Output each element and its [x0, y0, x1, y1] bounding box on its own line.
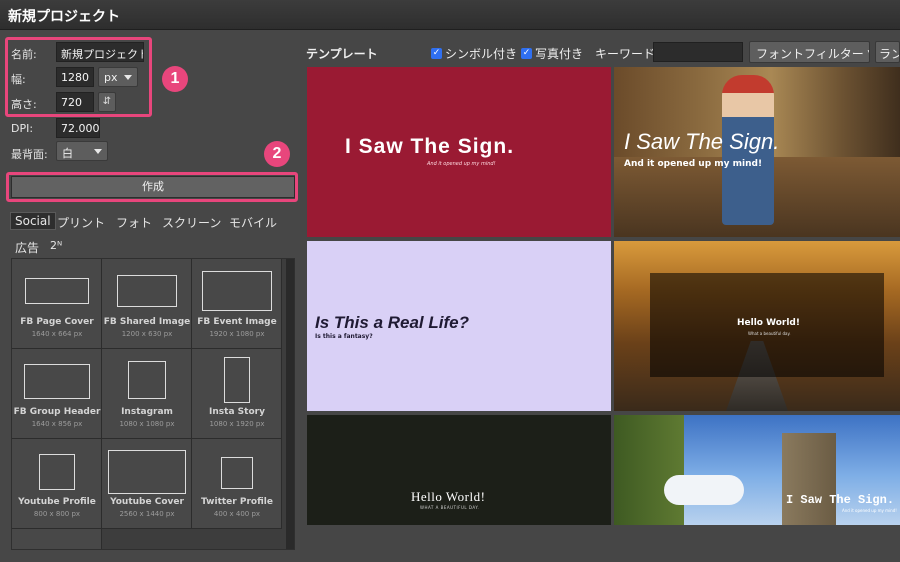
preset-name: FB Page Cover: [20, 317, 94, 327]
symbols-checkbox[interactable]: ✓: [431, 48, 442, 59]
preset-name: Insta Story: [209, 407, 265, 417]
preset-name: FB Group Header: [13, 407, 101, 417]
window-title: 新規プロジェクト: [8, 9, 120, 25]
preset-size: 800 x 800 px: [33, 510, 81, 518]
preset-youtube-profile[interactable]: Youtube Profile 800 x 800 px: [12, 439, 102, 529]
aspect-preview: [108, 450, 186, 494]
preset-name: FB Event Image: [197, 317, 277, 327]
aspect-preview: [202, 271, 272, 311]
preset-fb-page-cover[interactable]: FB Page Cover 1640 x 664 px: [12, 259, 102, 349]
preset-instagram[interactable]: Instagram 1080 x 1080 px: [102, 349, 192, 439]
aspect-preview: [224, 357, 250, 403]
preset-size: 1080 x 1920 px: [209, 420, 265, 428]
preset-insta-story[interactable]: Insta Story 1080 x 1920 px: [192, 349, 282, 439]
keyword-input[interactable]: [653, 42, 743, 62]
preset-fb-event-image[interactable]: FB Event Image 1920 x 1080 px: [192, 259, 282, 349]
background-label: 最背面:: [11, 148, 48, 161]
template-subtitle: What a beautiful day.: [748, 331, 791, 336]
symbols-label: シンボル付き: [445, 47, 518, 61]
preset-youtube-cover[interactable]: Youtube Cover 2560 x 1440 px: [102, 439, 192, 529]
preset-fb-shared-image[interactable]: FB Shared Image 1200 x 630 px: [102, 259, 192, 349]
template-subtitle: And it opened up my mind!: [427, 161, 496, 167]
create-button[interactable]: 作成: [11, 176, 295, 198]
preset-name: FB Shared Image: [103, 317, 191, 327]
tab-social[interactable]: Social: [10, 212, 56, 230]
dpi-input[interactable]: 72.000: [56, 118, 100, 138]
annotation-badge-2: 2: [264, 141, 290, 167]
photo-cloud: [664, 475, 744, 505]
preset-twitter-profile[interactable]: Twitter Profile 400 x 400 px: [192, 439, 282, 529]
template-title: I Saw The Sign.: [624, 129, 780, 154]
dpi-label: DPI:: [11, 122, 34, 135]
template-tile[interactable]: Is This a Real Life? Is this a fantasy?: [307, 241, 611, 411]
preset-size: 1200 x 630 px: [121, 330, 173, 338]
aspect-preview: [24, 364, 90, 399]
template-tile[interactable]: Hello World! What a beautiful day.: [614, 241, 900, 411]
template-tile[interactable]: Hello World! WHAT A BEAUTIFUL DAY.: [307, 415, 611, 525]
preset-size: 1080 x 1080 px: [119, 420, 175, 428]
template-title: Hello World!: [411, 489, 486, 504]
photos-checkbox[interactable]: ✓: [521, 48, 532, 59]
photos-label: 写真付き: [535, 47, 584, 61]
template-title: I Saw The Sign.: [786, 493, 895, 507]
template-subtitle: WHAT A BEAUTIFUL DAY.: [420, 505, 480, 510]
preset-name: Instagram: [121, 407, 173, 417]
photo-tree: [614, 415, 684, 525]
tab-ads[interactable]: 広告: [15, 239, 39, 256]
preset-size: 2560 x 1440 px: [119, 510, 175, 518]
tab-photo[interactable]: フォト: [116, 214, 152, 231]
template-tile[interactable]: I Saw The Sign. And it opened up my mind…: [614, 415, 900, 525]
preset-more[interactable]: [12, 529, 102, 549]
preset-fb-group-header[interactable]: FB Group Header 1640 x 856 px: [12, 349, 102, 439]
photo-tower: [782, 433, 836, 525]
keyword-label: キーワード:: [595, 47, 660, 61]
title-bar: 新規プロジェクト: [0, 0, 900, 30]
random-button[interactable]: ラン: [875, 41, 900, 63]
preset-size: 400 x 400 px: [213, 510, 261, 518]
tab-power-of-two[interactable]: 2ᴺ: [50, 239, 62, 252]
template-subtitle: And it opened up my mind!: [842, 508, 897, 513]
preset-size: 1640 x 856 px: [31, 420, 83, 428]
preset-name: Youtube Cover: [110, 497, 184, 507]
template-subtitle: And it opened up my mind!: [624, 159, 763, 169]
template-title: Hello World!: [737, 318, 800, 328]
templates-heading: テンプレート: [306, 47, 378, 61]
preset-size: 1640 x 664 px: [31, 330, 83, 338]
aspect-preview: [39, 454, 75, 490]
aspect-preview: [117, 275, 177, 307]
template-title: Is This a Real Life?: [315, 313, 469, 332]
preset-name: Youtube Profile: [18, 497, 96, 507]
preset-name: Twitter Profile: [201, 497, 273, 507]
tab-screen[interactable]: スクリーン: [162, 214, 221, 231]
background-value: 白: [62, 147, 73, 160]
aspect-preview: [25, 278, 89, 304]
preset-grid: FB Page Cover 1640 x 664 px FB Shared Im…: [11, 258, 295, 550]
aspect-preview: [128, 361, 166, 399]
tab-print[interactable]: プリント: [57, 214, 105, 231]
preset-size: 1920 x 1080 px: [209, 330, 265, 338]
aspect-preview: [221, 457, 253, 489]
template-tile[interactable]: I Saw The Sign. And it opened up my mind…: [614, 67, 900, 237]
highlight-box-1: [5, 37, 152, 117]
annotation-badge-1: 1: [162, 66, 188, 92]
background-select[interactable]: 白: [56, 141, 108, 161]
template-subtitle: Is this a fantasy?: [315, 333, 373, 340]
tab-mobile[interactable]: モバイル: [229, 214, 277, 231]
template-tile[interactable]: I Saw The Sign. And it opened up my mind…: [307, 67, 611, 237]
template-title: I Saw The Sign.: [345, 135, 515, 158]
chevron-down-icon: [94, 149, 102, 154]
preset-scrollbar[interactable]: [286, 259, 294, 549]
font-filter-dropdown[interactable]: フォントフィルター ▼: [749, 41, 870, 63]
